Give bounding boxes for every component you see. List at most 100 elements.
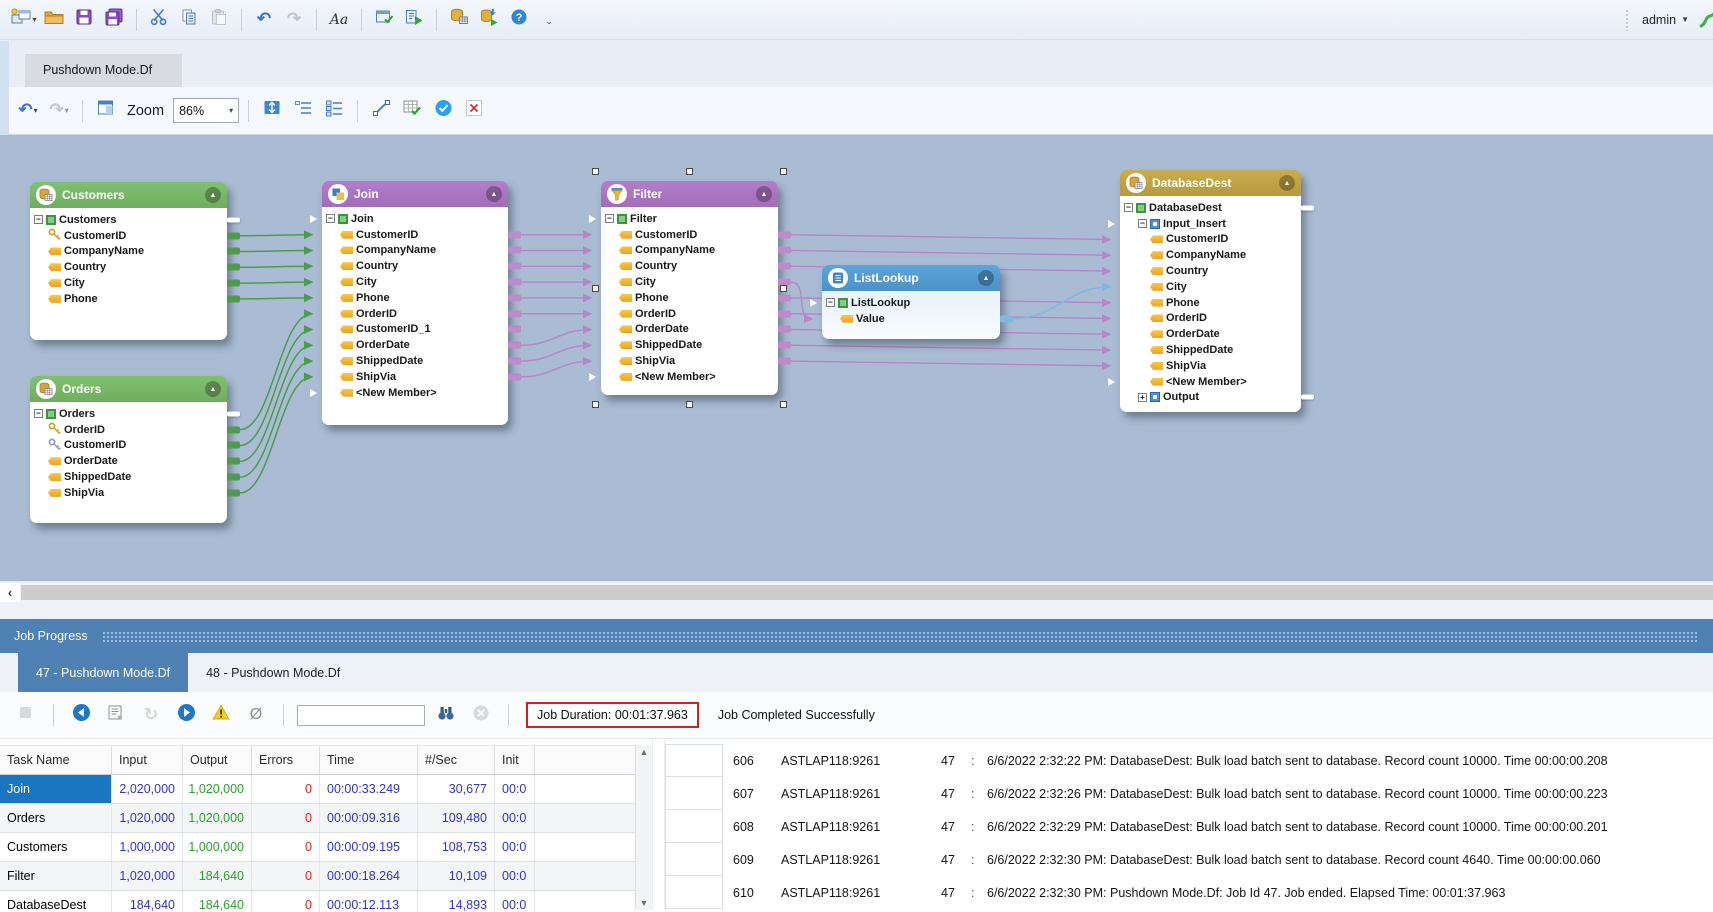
panel-splitter[interactable]: [652, 739, 665, 910]
node-field-customerid[interactable]: CustomerID: [601, 227, 778, 243]
node-field-companyname[interactable]: CompanyName: [322, 243, 508, 259]
node-field-shipvia[interactable]: ShipVia: [1120, 358, 1301, 374]
log-row-610[interactable]: 610ASTLAP118:926147:6/6/2022 2:32:30 PM:…: [665, 876, 1713, 909]
job-log-button[interactable]: [102, 701, 130, 729]
undo-button[interactable]: ↶▾: [14, 97, 42, 125]
node-orders[interactable]: Orders▲−OrdersOrderIDCustomerIDOrderDate…: [30, 376, 227, 523]
collapse-icon[interactable]: −: [326, 214, 335, 223]
node-field-phone[interactable]: Phone: [322, 290, 508, 306]
job-search-input[interactable]: [297, 705, 425, 726]
job-tab-2[interactable]: 48 - Pushdown Mode.Df: [188, 653, 358, 692]
output-port[interactable]: [227, 248, 240, 255]
canvas-horizontal-scrollbar[interactable]: ‹: [0, 581, 1713, 602]
node-field-orderdate[interactable]: OrderDate: [1120, 326, 1301, 342]
node-filter[interactable]: Filter▲−FilterCustomerIDCompanyNameCount…: [601, 181, 778, 395]
auto-layout-button[interactable]: [258, 97, 286, 125]
node-field-newmember[interactable]: <New Member>: [601, 369, 778, 385]
collapse-node-button[interactable]: ▲: [205, 187, 221, 203]
table-row-orders[interactable]: Orders1,020,0001,020,000000:00:09.316109…: [0, 804, 652, 833]
node-field-country[interactable]: Country: [30, 259, 227, 275]
new-dataflow-button[interactable]: ▾: [10, 6, 38, 34]
output-port[interactable]: [778, 294, 791, 301]
node-field-customerid_1[interactable]: CustomerID_1: [322, 322, 508, 338]
node-field-city[interactable]: City: [30, 275, 227, 291]
output-port[interactable]: [778, 342, 791, 349]
collapse-node-button[interactable]: ▲: [756, 186, 772, 202]
node-field-customerid[interactable]: CustomerID: [30, 228, 227, 244]
run-dataflow-button[interactable]: [400, 6, 428, 34]
column-header-errors[interactable]: Errors: [252, 746, 320, 774]
node-field-output[interactable]: +Output: [1120, 390, 1301, 406]
collapse-icon[interactable]: −: [826, 298, 835, 307]
node-field-companyname[interactable]: CompanyName: [601, 243, 778, 259]
output-port[interactable]: [227, 489, 240, 496]
collapse-icon[interactable]: −: [1124, 203, 1133, 212]
output-port[interactable]: [508, 247, 521, 254]
scroll-left-button[interactable]: ‹: [0, 583, 20, 602]
expand-all-button[interactable]: [320, 97, 348, 125]
output-port[interactable]: [1301, 395, 1314, 400]
output-port[interactable]: [508, 373, 521, 380]
clear-search-button[interactable]: [467, 701, 495, 729]
node-field-companyname[interactable]: CompanyName: [1120, 247, 1301, 263]
output-port[interactable]: [778, 247, 791, 254]
column-header-sec[interactable]: #/Sec: [418, 746, 495, 774]
selection-handle[interactable]: [686, 168, 693, 175]
table-row-filter[interactable]: Filter1,020,000184,640000:00:18.26410,10…: [0, 862, 652, 891]
connect-icon[interactable]: [1698, 8, 1713, 35]
expand-icon[interactable]: +: [1138, 393, 1147, 402]
node-field-shippeddate[interactable]: ShippedDate: [601, 337, 778, 353]
node-field-phone[interactable]: Phone: [1120, 295, 1301, 311]
output-port[interactable]: [508, 310, 521, 317]
node-field-customers[interactable]: −Customers: [30, 212, 227, 228]
node-field-filter[interactable]: −Filter: [601, 211, 778, 227]
output-port[interactable]: [227, 426, 240, 433]
output-port[interactable]: [227, 295, 240, 302]
node-field-join[interactable]: −Join: [322, 211, 508, 227]
selection-handle[interactable]: [686, 401, 693, 408]
collapse-node-button[interactable]: ▲: [486, 186, 502, 202]
node-field-country[interactable]: Country: [601, 258, 778, 274]
node-field-orderid[interactable]: OrderID: [322, 306, 508, 322]
output-port[interactable]: [508, 342, 521, 349]
stop-job-button[interactable]: [12, 701, 40, 729]
node-field-shipvia[interactable]: ShipVia: [30, 485, 227, 501]
node-databasedest[interactable]: DatabaseDest▲−DatabaseDest−Input_InsertC…: [1120, 170, 1301, 412]
node-field-customerid[interactable]: CustomerID: [30, 438, 227, 454]
node-field-orderdate[interactable]: OrderDate: [30, 453, 227, 469]
node-listlookup[interactable]: ListLookup▲−ListLookupValue: [822, 265, 1000, 339]
output-port[interactable]: [227, 474, 240, 481]
clear-errors-button[interactable]: [460, 97, 488, 125]
output-port[interactable]: [778, 263, 791, 270]
column-header-time[interactable]: Time: [320, 746, 418, 774]
cut-button[interactable]: [145, 6, 173, 34]
log-row-606[interactable]: 606ASTLAP118:926147:6/6/2022 2:32:22 PM:…: [665, 744, 1713, 777]
zoom-select[interactable]: 86%▾: [173, 98, 239, 123]
collapse-icon[interactable]: −: [605, 214, 614, 223]
node-field-shippeddate[interactable]: ShippedDate: [1120, 342, 1301, 358]
node-field-phone[interactable]: Phone: [601, 290, 778, 306]
node-field-orderid[interactable]: OrderID: [601, 306, 778, 322]
output-port[interactable]: [227, 442, 240, 449]
deploy-button[interactable]: [475, 6, 503, 34]
next-job-button[interactable]: [172, 701, 200, 729]
node-field-orderdate[interactable]: OrderDate: [601, 322, 778, 338]
node-field-listlookup[interactable]: −ListLookup: [822, 295, 1000, 311]
node-field-city[interactable]: City: [1120, 279, 1301, 295]
scroll-down-icon[interactable]: ▼: [640, 898, 649, 908]
log-row-607[interactable]: 607ASTLAP118:926147:6/6/2022 2:32:26 PM:…: [665, 777, 1713, 810]
output-port[interactable]: [778, 326, 791, 333]
warnings-button[interactable]: [207, 701, 235, 729]
output-port[interactable]: [508, 279, 521, 286]
copy-button[interactable]: [175, 6, 203, 34]
link-mode-button[interactable]: [367, 97, 395, 125]
collapse-all-button[interactable]: [289, 97, 317, 125]
help-button[interactable]: ?: [505, 6, 533, 34]
node-field-companyname[interactable]: CompanyName: [30, 244, 227, 260]
node-field-customerid[interactable]: CustomerID: [322, 227, 508, 243]
verify-button[interactable]: [429, 97, 457, 125]
preview-layout-button[interactable]: [92, 97, 120, 125]
paste-button[interactable]: [205, 6, 233, 34]
toolbar-overflow-button[interactable]: ⌄: [535, 6, 563, 34]
column-header-output[interactable]: Output: [183, 746, 252, 774]
